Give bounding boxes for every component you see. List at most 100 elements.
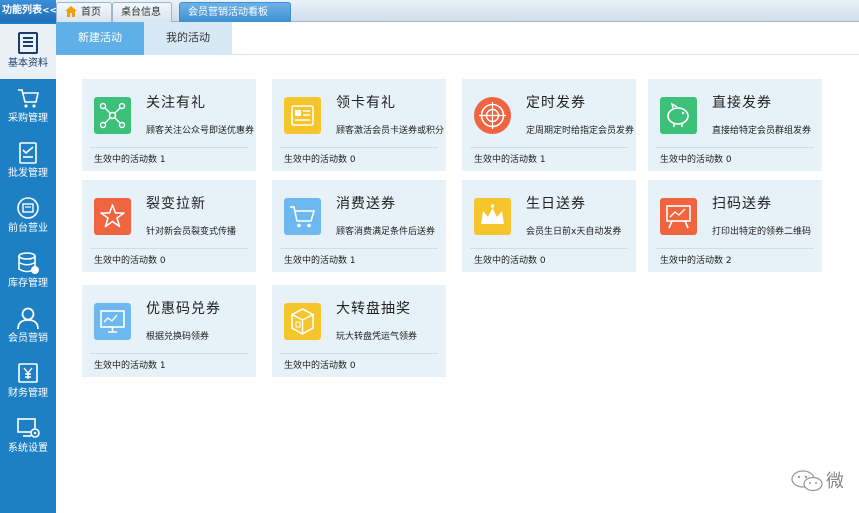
card-count-value: 1 <box>349 256 356 266</box>
activity-card-promo-code[interactable]: 优惠码兑券 根据兑换码领券 生效中的活动数 1 <box>82 285 256 377</box>
top-tab-bar: 功能列表<< 首页 桌台信息 会员营销活动看板 <box>0 0 859 22</box>
shopping-cart-icon <box>284 198 321 235</box>
sidebar-item-label: 会员营销 <box>8 333 48 344</box>
sidebar-item-label: 库存管理 <box>8 278 48 289</box>
function-list-label: 功能列表 <box>2 5 42 16</box>
activity-card-direct-coupon[interactable]: 直接发券 直接给特定会员群组发券 生效中的活动数 0 <box>648 79 822 171</box>
tab-new-activity[interactable]: 新建活动 <box>56 22 144 55</box>
card-count-value: 0 <box>349 155 356 165</box>
card-description: 直接给特定会员群组发券 <box>712 126 812 136</box>
sidebar-item-settings[interactable]: 系统设置 <box>0 409 56 464</box>
pos-icon <box>17 197 39 219</box>
target-icon <box>474 97 511 134</box>
sidebar-item-inventory[interactable]: 库存管理 <box>0 244 56 299</box>
easel-icon <box>660 198 697 235</box>
activity-board: 关注有礼 顾客关注公众号即送优惠券 生效中的活动数 1 领卡有礼 顾客激活会员卡… <box>56 55 859 513</box>
card-active-count: 生效中的活动数 0 <box>474 253 546 266</box>
card-count-value: 0 <box>539 256 546 266</box>
card-count-value: 1 <box>159 361 166 371</box>
share-network-icon <box>94 97 131 134</box>
sidebar: 基本资料 采购管理 批发管理 前台营业 库存管理 会员营销 财务管理 系统设置 <box>0 22 56 513</box>
collapse-arrows: << <box>42 6 56 16</box>
checklist-icon <box>19 142 37 164</box>
piggy-bank-icon <box>660 97 697 134</box>
card-count-label: 生效中的活动数 <box>94 155 158 165</box>
card-description: 顾客关注公众号即送优惠券 <box>146 126 255 136</box>
card-count-value: 2 <box>725 256 732 266</box>
sidebar-item-label: 批发管理 <box>8 168 48 179</box>
tab-table-info-label: 桌台信息 <box>121 7 161 18</box>
card-count-label: 生效中的活动数 <box>474 256 538 266</box>
card-description: 根据兑换码领券 <box>146 332 210 342</box>
sidebar-item-label: 采购管理 <box>8 113 48 124</box>
card-title: 定时发券 <box>526 95 586 111</box>
sidebar-item-basic-data[interactable]: 基本资料 <box>0 24 56 79</box>
card-description: 顾客消费满足条件后送券 <box>336 227 436 237</box>
card-count-label: 生效中的活动数 <box>284 361 348 371</box>
card-count-value: 0 <box>159 256 166 266</box>
sidebar-item-wholesale[interactable]: 批发管理 <box>0 134 56 189</box>
tab-member-marketing-board[interactable]: 会员营销活动看板 <box>179 2 291 22</box>
activity-card-card-gift[interactable]: 领卡有礼 顾客激活会员卡送券或积分 生效中的活动数 0 <box>272 79 446 171</box>
app-window: 功能列表<< 首页 桌台信息 会员营销活动看板 基本资料 采购管理 批发管理 前… <box>0 0 859 513</box>
card-title: 优惠码兑券 <box>146 301 221 317</box>
sidebar-item-front-desk[interactable]: 前台营业 <box>0 189 56 244</box>
card-divider <box>280 248 438 249</box>
card-icon <box>284 97 321 134</box>
card-count-label: 生效中的活动数 <box>94 361 158 371</box>
card-title: 生日送券 <box>526 196 586 212</box>
card-divider <box>90 147 248 148</box>
card-title: 消费送券 <box>336 196 396 212</box>
cart-icon <box>18 89 39 108</box>
card-active-count: 生效中的活动数 1 <box>94 152 166 165</box>
card-divider <box>280 147 438 148</box>
sidebar-item-finance[interactable]: 财务管理 <box>0 354 56 409</box>
home-icon <box>65 6 77 17</box>
card-count-value: 1 <box>159 155 166 165</box>
card-active-count: 生效中的活动数 1 <box>94 358 166 371</box>
watermark: 微 <box>790 467 859 503</box>
card-divider <box>90 353 248 354</box>
card-title: 领卡有礼 <box>336 95 396 111</box>
monitor-icon <box>94 303 131 340</box>
activity-card-birthday-coupon[interactable]: 生日送券 会员生日前x天自动发券 生效中的活动数 0 <box>462 180 636 272</box>
function-list-toggle[interactable]: 功能列表<< <box>0 0 56 22</box>
activity-subtabs: 新建活动 我的活动 <box>56 22 859 55</box>
card-count-value: 0 <box>725 155 732 165</box>
card-divider <box>280 353 438 354</box>
card-active-count: 生效中的活动数 0 <box>284 358 356 371</box>
activity-card-scheduled-coupon[interactable]: 定时发券 定周期定时给指定会员发券 生效中的活动数 1 <box>462 79 636 171</box>
card-title: 扫码送券 <box>712 196 772 212</box>
card-description: 会员生日前x天自动发券 <box>526 227 622 237</box>
book-icon <box>18 32 38 54</box>
card-count-label: 生效中的活动数 <box>474 155 538 165</box>
card-divider <box>656 147 814 148</box>
card-active-count: 生效中的活动数 1 <box>284 253 356 266</box>
card-count-label: 生效中的活动数 <box>660 256 724 266</box>
card-count-value: 1 <box>539 155 546 165</box>
activity-card-follow-gift[interactable]: 关注有礼 顾客关注公众号即送优惠券 生效中的活动数 1 <box>82 79 256 171</box>
watermark-text: 微 <box>826 471 844 492</box>
tab-my-activity[interactable]: 我的活动 <box>144 22 232 55</box>
sidebar-item-label: 前台营业 <box>8 223 48 234</box>
money-icon <box>18 363 38 383</box>
sidebar-item-label: 财务管理 <box>8 388 48 399</box>
user-icon <box>17 307 39 330</box>
activity-card-lucky-wheel[interactable]: 大转盘抽奖 玩大转盘凭运气领券 生效中的活动数 0 <box>272 285 446 377</box>
card-description: 打印出特定的领券二维码 <box>712 227 812 237</box>
card-title: 裂变拉新 <box>146 196 206 212</box>
card-count-label: 生效中的活动数 <box>284 256 348 266</box>
card-active-count: 生效中的活动数 2 <box>660 253 732 266</box>
card-divider <box>470 147 628 148</box>
sidebar-item-member-marketing[interactable]: 会员营销 <box>0 299 56 354</box>
tab-home[interactable]: 首页 <box>56 2 112 22</box>
card-count-label: 生效中的活动数 <box>284 155 348 165</box>
tab-table-info[interactable]: 桌台信息 <box>112 2 172 22</box>
activity-card-referral[interactable]: 裂变拉新 针对新会员裂变式传播 生效中的活动数 0 <box>82 180 256 272</box>
card-count-value: 0 <box>349 361 356 371</box>
sidebar-item-purchasing[interactable]: 采购管理 <box>0 79 56 134</box>
activity-card-purchase-coupon[interactable]: 消费送券 顾客消费满足条件后送券 生效中的活动数 1 <box>272 180 446 272</box>
activity-card-scan-coupon[interactable]: 扫码送券 打印出特定的领券二维码 生效中的活动数 2 <box>648 180 822 272</box>
card-title: 直接发券 <box>712 95 772 111</box>
card-count-label: 生效中的活动数 <box>94 256 158 266</box>
